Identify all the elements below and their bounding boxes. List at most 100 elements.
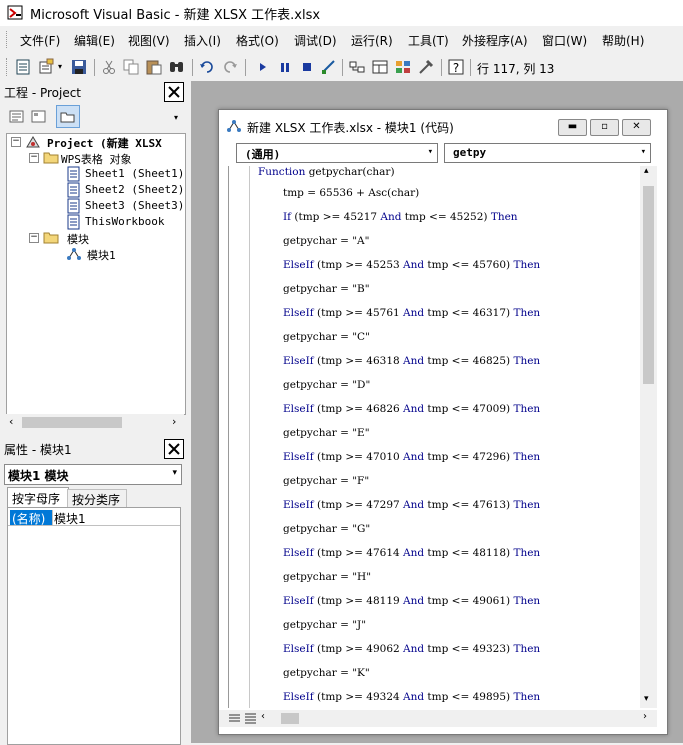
tree-item-sheet3[interactable]: Sheet3 (Sheet3) bbox=[85, 199, 184, 212]
undo-icon[interactable] bbox=[198, 58, 216, 76]
menu-format[interactable]: 格式(O) bbox=[236, 32, 279, 49]
property-name-cell[interactable]: (名称) bbox=[10, 510, 52, 526]
code-line[interactable]: ElseIf (tmp >= 46318 And tmp <= 46825) T… bbox=[283, 355, 540, 367]
tree-item-sheet1[interactable]: Sheet1 (Sheet1) bbox=[85, 167, 184, 180]
tree-item-module1[interactable]: 模块1 bbox=[87, 247, 116, 263]
code-window-titlebar[interactable]: 新建 XLSX 工作表.xlsx - 模块1 (代码) ▬ ▫ ✕ bbox=[219, 110, 667, 140]
project-hscroll[interactable]: ‹ › bbox=[6, 414, 184, 431]
scroll-left-icon[interactable]: ‹ bbox=[9, 415, 13, 428]
code-vscroll[interactable]: ▴ ▾ bbox=[640, 166, 657, 708]
scroll-thumb[interactable] bbox=[281, 713, 299, 724]
menu-edit[interactable]: 编辑(E) bbox=[74, 32, 115, 49]
tree-item-sheet2[interactable]: Sheet2 (Sheet2) bbox=[85, 183, 184, 196]
redo-icon[interactable] bbox=[221, 58, 239, 76]
code-line[interactable]: ElseIf (tmp >= 45761 And tmp <= 46317) T… bbox=[283, 307, 540, 319]
menubar-grip[interactable] bbox=[6, 31, 10, 48]
view-excel-icon[interactable] bbox=[14, 58, 32, 76]
toolbar-grip[interactable] bbox=[6, 58, 10, 76]
code-line[interactable]: Function getpychar(char) bbox=[258, 166, 395, 178]
code-line[interactable]: If (tmp >= 45217 And tmp <= 45252) Then bbox=[283, 211, 518, 223]
collapse-toggle-icon[interactable]: − bbox=[29, 153, 39, 163]
run-icon[interactable] bbox=[254, 58, 272, 76]
project-explorer-icon[interactable] bbox=[348, 58, 366, 76]
code-line[interactable]: getpychar = "C" bbox=[283, 331, 370, 343]
code-margin[interactable] bbox=[229, 166, 250, 708]
menu-run[interactable]: 运行(R) bbox=[351, 32, 393, 49]
insert-dropdown-icon[interactable]: ▾ bbox=[58, 62, 62, 71]
code-line[interactable]: getpychar = "B" bbox=[283, 283, 370, 295]
menu-window[interactable]: 窗口(W) bbox=[542, 32, 587, 49]
scroll-left-icon[interactable]: ‹ bbox=[261, 711, 265, 722]
properties-panel-close-button[interactable] bbox=[164, 439, 184, 459]
scroll-thumb[interactable] bbox=[22, 417, 122, 428]
help-icon[interactable]: ? bbox=[447, 58, 465, 76]
view-code-icon[interactable] bbox=[8, 108, 25, 125]
menu-bar: 文件(F) 编辑(E) 视图(V) 插入(I) 格式(O) 调试(D) 运行(R… bbox=[0, 27, 683, 52]
pause-icon[interactable] bbox=[276, 58, 294, 76]
code-line[interactable]: getpychar = "D" bbox=[283, 379, 370, 391]
project-panel-close-button[interactable] bbox=[164, 82, 184, 102]
tree-item-modules-folder[interactable]: 模块 bbox=[67, 231, 89, 247]
collapse-toggle-icon[interactable]: − bbox=[11, 137, 21, 147]
menu-file[interactable]: 文件(F) bbox=[20, 32, 60, 49]
code-line[interactable]: getpychar = "A" bbox=[283, 235, 369, 247]
cut-icon[interactable] bbox=[100, 58, 118, 76]
code-line[interactable]: ElseIf (tmp >= 47297 And tmp <= 47613) T… bbox=[283, 499, 540, 511]
scroll-thumb[interactable] bbox=[643, 186, 654, 384]
code-line[interactable]: tmp = 65536 + Asc(char) bbox=[283, 187, 419, 199]
menu-addins[interactable]: 外接程序(A) bbox=[462, 32, 528, 49]
minimize-icon: ▬ bbox=[567, 121, 578, 132]
toolbox-icon[interactable] bbox=[417, 58, 435, 76]
procedure-view-icon[interactable] bbox=[228, 712, 241, 725]
code-line[interactable]: getpychar = "J" bbox=[283, 619, 366, 631]
stop-icon[interactable] bbox=[298, 58, 316, 76]
code-line[interactable]: getpychar = "E" bbox=[283, 427, 370, 439]
code-line[interactable]: ElseIf (tmp >= 46826 And tmp <= 47009) T… bbox=[283, 403, 540, 415]
toggle-folders-button[interactable] bbox=[56, 105, 80, 128]
menu-help[interactable]: 帮助(H) bbox=[602, 32, 644, 49]
scroll-down-icon[interactable]: ▾ bbox=[644, 694, 649, 704]
code-line[interactable]: ElseIf (tmp >= 49324 And tmp <= 49895) T… bbox=[283, 691, 540, 703]
object-browser-icon[interactable] bbox=[394, 58, 412, 76]
minimize-button[interactable]: ▬ bbox=[558, 119, 587, 136]
code-line[interactable]: ElseIf (tmp >= 47010 And tmp <= 47296) T… bbox=[283, 451, 540, 463]
code-line[interactable]: ElseIf (tmp >= 45253 And tmp <= 45760) T… bbox=[283, 259, 540, 271]
menu-tools[interactable]: 工具(T) bbox=[408, 32, 449, 49]
code-line[interactable]: getpychar = "H" bbox=[283, 571, 371, 583]
code-line[interactable]: ElseIf (tmp >= 49062 And tmp <= 49323) T… bbox=[283, 643, 540, 655]
code-line[interactable]: getpychar = "F" bbox=[283, 475, 369, 487]
code-line[interactable]: ElseIf (tmp >= 47614 And tmp <= 48118) T… bbox=[283, 547, 540, 559]
design-mode-icon[interactable] bbox=[320, 58, 338, 76]
code-line[interactable]: ElseIf (tmp >= 48119 And tmp <= 49061) T… bbox=[283, 595, 540, 607]
view-object-icon[interactable] bbox=[30, 108, 47, 125]
code-editor[interactable]: Function getpychar(char) tmp = 65536 + As… bbox=[228, 166, 639, 708]
scroll-right-icon[interactable]: › bbox=[172, 415, 176, 428]
tab-categorized[interactable]: 按分类序 bbox=[67, 489, 127, 508]
tree-item-thisworkbook[interactable]: ThisWorkbook bbox=[85, 215, 164, 228]
tree-item-objects-folder[interactable]: WPS表格 对象 bbox=[61, 151, 132, 167]
properties-window-icon[interactable] bbox=[371, 58, 389, 76]
menu-view[interactable]: 视图(V) bbox=[128, 32, 170, 49]
properties-object-select[interactable]: 模块1 模块 ▾ bbox=[4, 464, 182, 485]
menu-debug[interactable]: 调试(D) bbox=[294, 32, 337, 49]
save-icon[interactable] bbox=[70, 58, 88, 76]
code-hscroll[interactable]: ‹ › bbox=[219, 710, 657, 727]
full-module-view-icon[interactable] bbox=[244, 712, 257, 725]
find-icon[interactable] bbox=[168, 58, 186, 76]
close-button[interactable]: ✕ bbox=[622, 119, 651, 136]
code-line[interactable]: getpychar = "G" bbox=[283, 523, 370, 535]
tree-item-project[interactable]: Project (新建 XLSX bbox=[47, 135, 162, 151]
scroll-up-icon[interactable]: ▴ bbox=[644, 166, 649, 176]
insert-module-icon[interactable] bbox=[38, 58, 56, 76]
scroll-right-icon[interactable]: › bbox=[643, 711, 647, 722]
code-line[interactable]: getpychar = "K" bbox=[283, 667, 370, 679]
procedure-select[interactable]: getpy ▾ bbox=[444, 143, 651, 163]
paste-icon[interactable] bbox=[145, 58, 163, 76]
collapse-toggle-icon[interactable]: − bbox=[29, 233, 39, 243]
maximize-button[interactable]: ▫ bbox=[590, 119, 619, 136]
menu-insert[interactable]: 插入(I) bbox=[184, 32, 221, 49]
object-select[interactable]: (通用) ▾ bbox=[236, 143, 438, 163]
copy-icon[interactable] bbox=[122, 58, 140, 76]
tab-alphabetic[interactable]: 按字母序 bbox=[7, 487, 69, 508]
chevron-down-icon[interactable]: ▾ bbox=[174, 113, 178, 122]
